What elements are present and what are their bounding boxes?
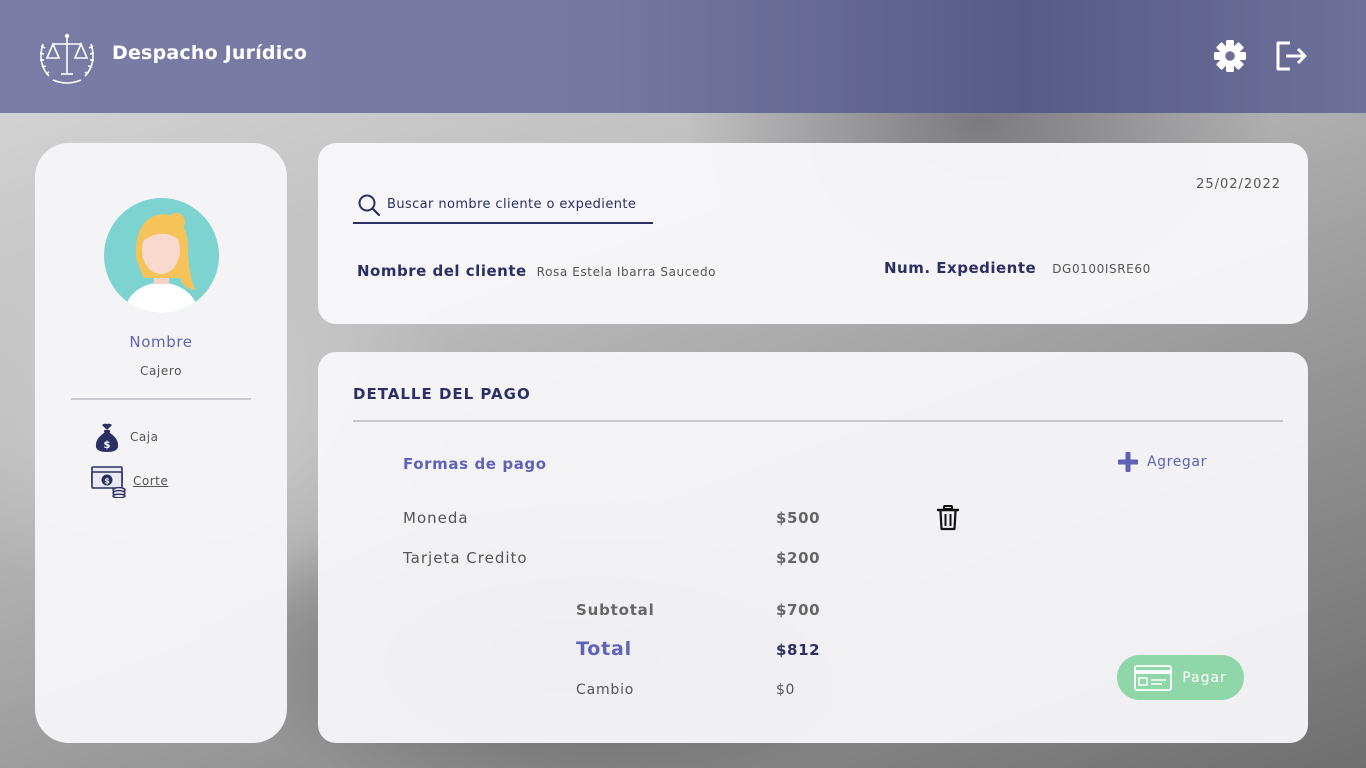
logout-icon bbox=[1276, 41, 1307, 71]
payment-detail-title: DETALLE DEL PAGO bbox=[353, 385, 531, 403]
change-value: $0 bbox=[776, 682, 796, 698]
client-search-card: 25/02/2022 Nombre del cliente Rosa Estel… bbox=[318, 143, 1308, 324]
payment-method-name: Moneda bbox=[403, 509, 469, 527]
payment-divider bbox=[353, 420, 1283, 422]
search-input[interactable] bbox=[387, 197, 647, 212]
payment-detail-card: DETALLE DEL PAGO Formas de pago Agregar … bbox=[318, 352, 1308, 743]
payment-method-amount: $200 bbox=[776, 549, 821, 567]
total-label: Total bbox=[576, 638, 632, 660]
sidebar-item-corte[interactable]: $ Corte bbox=[91, 464, 168, 498]
svg-text:$: $ bbox=[104, 477, 110, 486]
sidebar-card: Nombre Cajero $ Caja $ Corte bbox=[35, 143, 287, 743]
client-name-field: Nombre del cliente Rosa Estela Ibarra Sa… bbox=[357, 262, 716, 280]
current-date: 25/02/2022 bbox=[1196, 177, 1281, 192]
settings-button[interactable] bbox=[1213, 39, 1247, 73]
cash-stack-icon: $ bbox=[91, 466, 126, 498]
change-label: Cambio bbox=[576, 682, 635, 698]
money-bag-icon: $ bbox=[95, 423, 119, 452]
subtotal-label: Subtotal bbox=[576, 601, 655, 619]
sidebar-divider bbox=[71, 398, 251, 400]
delete-payment-method-button[interactable] bbox=[936, 505, 960, 531]
subtotal-value: $700 bbox=[776, 601, 821, 619]
payment-method-amount: $500 bbox=[776, 509, 821, 527]
trash-icon bbox=[936, 505, 960, 531]
payment-method-name: Tarjeta Credito bbox=[403, 549, 528, 567]
total-value: $812 bbox=[776, 641, 821, 659]
gear-icon bbox=[1214, 40, 1246, 72]
svg-text:$: $ bbox=[104, 440, 111, 451]
expediente-value: DG0100ISRE60 bbox=[1052, 262, 1151, 276]
sidebar-item-caja[interactable]: $ Caja bbox=[91, 421, 158, 453]
user-name: Nombre bbox=[129, 333, 193, 351]
user-avatar bbox=[104, 198, 219, 313]
expediente-label: Num. Expediente bbox=[884, 259, 1037, 277]
plus-icon bbox=[1118, 452, 1138, 472]
logout-button[interactable] bbox=[1274, 39, 1310, 73]
add-payment-label: Agregar bbox=[1147, 454, 1207, 470]
header-bar: Despacho Jurídico bbox=[0, 0, 1366, 113]
search-box bbox=[353, 187, 653, 224]
client-name-value: Rosa Estela Ibarra Saucedo bbox=[536, 265, 717, 279]
scales-of-justice-logo-icon bbox=[39, 33, 95, 84]
client-name-label: Nombre del cliente bbox=[357, 262, 527, 280]
sidebar-item-label: Corte bbox=[133, 474, 169, 488]
pay-button-label: Pagar bbox=[1182, 669, 1227, 686]
expediente-field: Num. Expediente DG0100ISRE60 bbox=[884, 259, 1151, 277]
pay-button[interactable]: Pagar bbox=[1117, 655, 1244, 700]
brand-title: Despacho Jurídico bbox=[112, 42, 308, 64]
payment-methods-title: Formas de pago bbox=[403, 455, 547, 473]
user-role: Cajero bbox=[139, 364, 183, 378]
add-payment-method-button[interactable]: Agregar bbox=[1117, 451, 1207, 473]
search-icon bbox=[358, 194, 381, 216]
sidebar-item-label: Caja bbox=[130, 430, 159, 444]
credit-card-icon bbox=[1134, 664, 1173, 691]
